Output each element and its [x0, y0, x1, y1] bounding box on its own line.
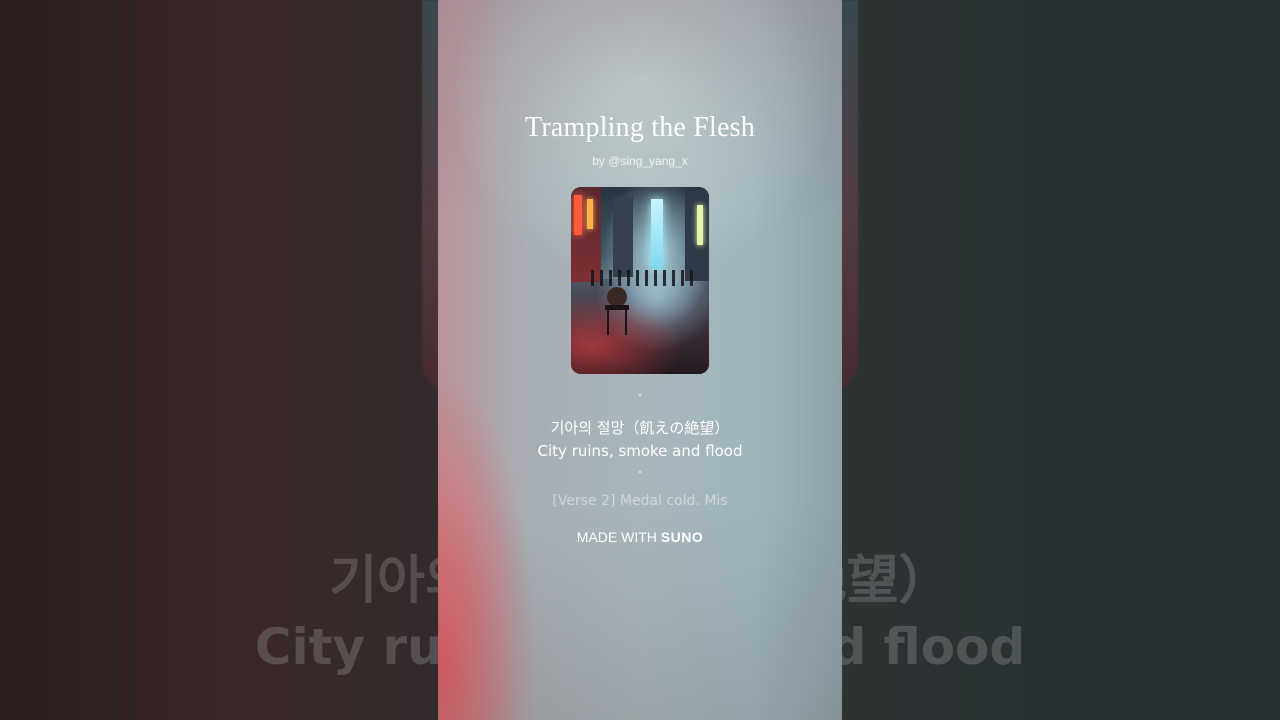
- lyric-current-line-2: City ruins, smoke and flood: [537, 442, 743, 460]
- cover-neon-sign: [697, 205, 703, 245]
- lyric-separator-dot: [639, 394, 641, 396]
- chair-leg: [625, 309, 627, 335]
- lyric-current-line-1: 기아의 절망（飢えの絶望）: [550, 419, 730, 437]
- cover-art-image: [571, 187, 709, 374]
- artist-byline[interactable]: by @sing_yang_x: [438, 154, 842, 168]
- song-title: Trampling the Flesh: [525, 112, 755, 143]
- chair-leg: [607, 309, 609, 335]
- cover-crowd: [591, 270, 696, 286]
- suno-logo-text: SUNO: [660, 529, 704, 545]
- player-panel: Trampling the Flesh by @sing_yang_x 기아의 …: [438, 0, 842, 720]
- cover-building-mid: [613, 197, 633, 277]
- cover-glowing-tower: [651, 199, 663, 269]
- lyric-separator-dot: [639, 471, 641, 473]
- watermark-prefix: MADE WITH: [576, 529, 657, 545]
- cover-neon-sign: [574, 195, 582, 235]
- lyric-next-line: [Verse 2] Medal cold. Mis: [552, 493, 728, 509]
- cover-chair: [601, 287, 629, 337]
- chair-back: [607, 287, 627, 307]
- cover-neon-sign: [587, 199, 593, 229]
- made-with-suno-watermark: MADE WITH SUNO: [438, 529, 842, 545]
